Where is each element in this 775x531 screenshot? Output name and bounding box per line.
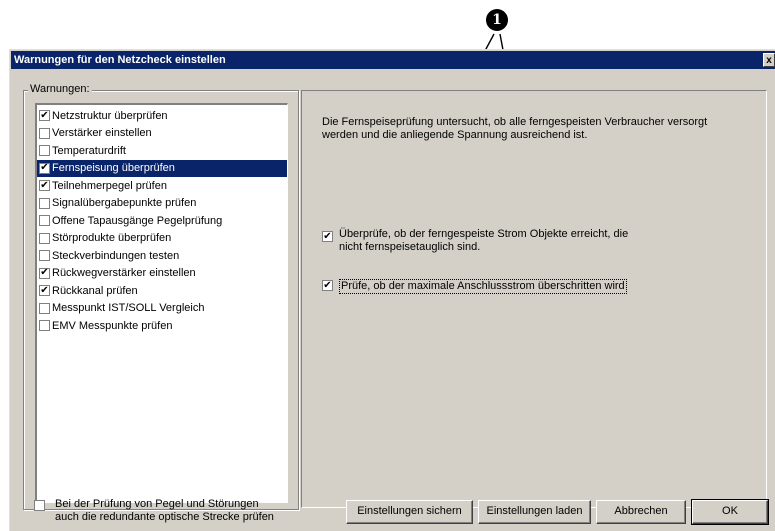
warning-label: Signalübergabepunkte prüfen	[52, 197, 197, 210]
description-line: Die Fernspeiseprüfung untersucht, ob all…	[322, 116, 708, 128]
redundant-optical-label-line: Bei der Prüfung von Pegel und Störungen	[55, 498, 259, 510]
warning-checkbox[interactable]: ✔	[39, 162, 50, 174]
details-panel: Die Fernspeiseprüfung untersucht, ob all…	[301, 90, 767, 508]
cancel-button[interactable]: Abbrechen	[596, 500, 686, 524]
warning-list-item[interactable]: Temperaturdrift	[37, 142, 287, 160]
warning-list-item[interactable]: Offene Tapausgänge Pegelprüfung	[37, 212, 287, 230]
warning-list-item[interactable]: EMV Messpunkte prüfen	[37, 317, 287, 335]
warning-label: Fernspeisung überprüfen	[52, 162, 175, 175]
warning-list-item[interactable]: ✔ Rückkanal prüfen	[37, 282, 287, 300]
redundant-optical-checkbox[interactable]	[34, 500, 45, 511]
option2-label: Prüfe, ob der maximale Anschlussstrom üb…	[339, 279, 627, 294]
option1-label-line: nicht fernspeisetauglich sind.	[339, 241, 481, 253]
warning-checkbox[interactable]	[39, 215, 50, 227]
ok-button[interactable]: OK	[691, 499, 769, 525]
option1-label: Überprüfe, ob der ferngespeiste Strom Ob…	[339, 228, 628, 254]
warning-list-item[interactable]: ✔ Netzstruktur überprüfen	[37, 107, 287, 125]
warning-checkbox[interactable]: ✔	[39, 180, 50, 192]
warnings-group-label: Warnungen:	[28, 83, 92, 95]
warning-label: Offene Tapausgänge Pegelprüfung	[52, 214, 223, 227]
dialog-title: Warnungen für den Netzcheck einstellen	[14, 54, 226, 66]
option1-checkbox[interactable]: ✔	[322, 231, 333, 242]
close-button[interactable]: x	[763, 53, 775, 67]
warning-checkbox[interactable]	[39, 127, 50, 139]
warning-label: Rückwegverstärker einstellen	[52, 267, 196, 280]
warnings-listbox[interactable]: ✔ Netzstruktur überprüfen Verstärker einst…	[35, 103, 288, 503]
warning-checkbox[interactable]	[39, 232, 50, 244]
description-text: Die Fernspeiseprüfung untersucht, ob all…	[322, 116, 762, 142]
warning-list-item[interactable]: Verstärker einstellen	[37, 125, 287, 143]
warning-label: Störprodukte überprüfen	[52, 232, 172, 245]
warning-checkbox[interactable]	[39, 145, 50, 157]
redundant-optical-option[interactable]: Bei der Prüfung von Pegel und Störungen …	[34, 498, 274, 524]
warning-checkbox[interactable]	[39, 320, 50, 332]
redundant-optical-label-line: auch die redundante optische Strecke prü…	[55, 511, 274, 523]
option1-label-line: Überprüfe, ob der ferngespeiste Strom Ob…	[339, 228, 629, 240]
warning-list-item[interactable]: Messpunkt IST/SOLL Vergleich	[37, 300, 287, 318]
warning-checkbox[interactable]: ✔	[39, 110, 50, 122]
warning-label: Rückkanal prüfen	[52, 284, 138, 297]
warning-label: Steckverbindungen testen	[52, 249, 180, 262]
save-settings-button[interactable]: Einstellungen sichern	[346, 500, 473, 524]
warning-label: Messpunkt IST/SOLL Vergleich	[52, 302, 205, 315]
warning-label: Teilnehmerpegel prüfen	[52, 179, 167, 192]
warnings-dialog: Warnungen für den Netzcheck einstellen x…	[9, 49, 775, 531]
redundant-optical-label: Bei der Prüfung von Pegel und Störungen …	[55, 498, 274, 524]
option-max-current[interactable]: ✔ Prüfe, ob der maximale Anschlussstrom …	[322, 279, 627, 294]
dialog-titlebar: Warnungen für den Netzcheck einstellen x	[11, 51, 775, 69]
option2-checkbox[interactable]: ✔	[322, 280, 333, 291]
warning-label: Netzstruktur überprüfen	[52, 109, 168, 122]
warning-checkbox[interactable]	[39, 197, 50, 209]
warning-checkbox[interactable]: ✔	[39, 267, 50, 279]
warning-checkbox[interactable]: ✔	[39, 285, 50, 297]
warning-list-item[interactable]: Störprodukte überprüfen	[37, 230, 287, 248]
warning-list-item[interactable]: ✔ Teilnehmerpegel prüfen	[37, 177, 287, 195]
warning-label: Temperaturdrift	[52, 144, 126, 157]
load-settings-button[interactable]: Einstellungen laden	[478, 500, 591, 524]
warning-label: Verstärker einstellen	[52, 127, 152, 140]
warning-checkbox[interactable]	[39, 250, 50, 262]
description-line: werden und die anliegende Spannung ausre…	[322, 129, 588, 141]
warning-label: EMV Messpunkte prüfen	[52, 319, 173, 332]
callout-number-badge: 1	[486, 9, 508, 31]
warning-list-item[interactable]: ✔ Rückwegverstärker einstellen	[37, 265, 287, 283]
warning-list-item[interactable]: ✔ Fernspeisung überprüfen	[37, 159, 287, 177]
warning-list-item[interactable]: Signalübergabepunkte prüfen	[37, 195, 287, 213]
warning-list-item[interactable]: Steckverbindungen testen	[37, 247, 287, 265]
warning-checkbox[interactable]	[39, 302, 50, 314]
option-remote-feed-objects[interactable]: ✔ Überprüfe, ob der ferngespeiste Strom …	[322, 228, 628, 254]
